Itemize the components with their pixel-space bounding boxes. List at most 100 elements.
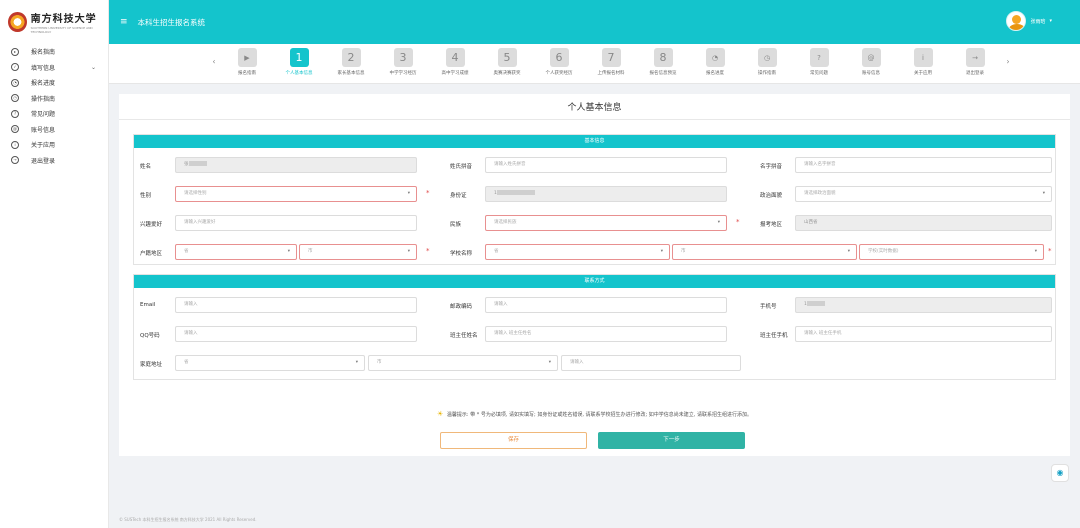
step-navigator: ‹ ▶ 报名指南 1 个人基本信息 2 家长基本信息 3 中学学习经历 4 高中学习成绩 5 奥赛决赛… [207, 48, 1015, 76]
teacher-name-input[interactable]: 请输入 班主任姓名 [485, 326, 727, 342]
step-number: 8 [653, 48, 673, 67]
step-label: 奥赛决赛获奖 [493, 71, 521, 76]
question-icon: ? [809, 48, 829, 67]
ethnic-label: 民族 [450, 222, 462, 228]
step-10[interactable]: ◷ 操作指南 [741, 48, 793, 76]
redacted-text [806, 301, 825, 306]
hobby-input[interactable]: 请输入兴趣爱好 [175, 215, 417, 231]
help-float-icon[interactable]: ◉ [1051, 464, 1069, 482]
footer-copyright: © SUSTech 本科生招生报名系统 南方科技大学 2021 All Righ… [119, 517, 257, 522]
step-3[interactable]: 3 中学学习经历 [377, 48, 429, 76]
redacted-text [188, 161, 207, 166]
sidebar-item-7[interactable]: → 退出登录 [0, 153, 108, 169]
step-number: 5 [497, 48, 517, 67]
sidebar-item-label: 关于应用 [31, 142, 56, 150]
logout-icon: → [965, 48, 985, 67]
at-icon: @ [11, 125, 19, 134]
sidebar-item-3[interactable]: ◷ 操作指南 [0, 91, 108, 107]
address-province-select[interactable]: 省 ▾ [175, 355, 365, 371]
sidebar: 南方科技大学 SOUTHERN UNIVERSITY OF SCIENCE AN… [0, 0, 109, 528]
huji-province-select[interactable]: 省 ▾ [175, 244, 297, 260]
sidebar-item-label: 账号信息 [31, 126, 56, 134]
chevron-down-icon: ▾ [660, 249, 663, 254]
address-detail-input[interactable]: 请输入 [561, 355, 741, 371]
play-circle-icon: ▸ [11, 47, 19, 56]
sidebar-item-2[interactable]: ◔ 报名进度 [0, 75, 108, 91]
step-1[interactable]: 1 个人基本信息 [273, 48, 325, 76]
step-14[interactable]: → 退出登录 [949, 48, 1001, 76]
email-field[interactable]: 请输入 [175, 297, 417, 313]
section-heading: 基本信息 [134, 135, 1055, 148]
at-icon: @ [861, 48, 881, 67]
step-4[interactable]: 4 高中学习成绩 [429, 48, 481, 76]
save-button[interactable]: 保存 [440, 432, 587, 449]
step-label: 报名指南 [238, 71, 256, 76]
gauge-icon: ◔ [11, 78, 19, 87]
tip-text: 温馨提示: 带 * 号为必填项, 请如实填写; 如身份证或姓名错误, 请联系学校… [446, 412, 752, 418]
sidebar-item-6[interactable]: i 关于应用 [0, 137, 108, 153]
next-step-button[interactable]: 下一步 [598, 432, 745, 449]
teacher-phone-input[interactable]: 请输入 班主任手机 [795, 326, 1052, 342]
step-label: 家长基本信息 [337, 71, 365, 76]
required-mark: * [736, 218, 740, 226]
political-status-select[interactable]: 请选择政治面貌 ▾ [795, 186, 1052, 202]
step-number: 1 [289, 48, 309, 67]
sidebar-item-4[interactable]: ? 常见问题 [0, 106, 108, 122]
form-card: 个人基本信息 基本信息 姓名 张 姓氏拼音 请输入姓氏拼音 名字拼音 请输入名字… [119, 94, 1070, 456]
chevron-down-icon[interactable]: ⌄ [91, 64, 96, 71]
sidebar-item-0[interactable]: ▸ 报名指南 [0, 44, 108, 60]
compass-icon: ◷ [757, 48, 777, 67]
step-label: 上传报名材料 [597, 71, 625, 76]
chevron-down-icon[interactable]: ▾ [1049, 18, 1052, 24]
teacher-label: 班主任姓名 [450, 333, 478, 339]
region-label: 报考地区 [760, 222, 783, 228]
chevron-down-icon: ▾ [548, 360, 551, 365]
step-2[interactable]: 2 家长基本信息 [325, 48, 377, 76]
step-label: 账号信息 [862, 71, 880, 76]
required-mark: * [426, 189, 430, 197]
step-label: 个人获奖经历 [545, 71, 573, 76]
chevron-left-icon[interactable]: ‹ [207, 48, 221, 66]
step-6[interactable]: 6 个人获奖经历 [533, 48, 585, 76]
sidebar-nav: ▸ 报名指南 ✓ 填写信息 ⌄ ◔ 报名进度 ◷ 操作指南? 常见问题 @ 账号信息 i 关于应用 → 退出登… [0, 44, 108, 168]
user-name[interactable]: 张雨晗 [1030, 18, 1045, 25]
school-province-select[interactable]: 省 ▾ [485, 244, 670, 260]
chevron-down-icon: ▾ [847, 249, 850, 254]
address-city-select[interactable]: 市 ▾ [368, 355, 558, 371]
step-label: 报名进度 [706, 71, 724, 76]
step-0[interactable]: ▶ 报名指南 [221, 48, 273, 76]
steps-bar: ‹ ▶ 报名指南 1 个人基本信息 2 家长基本信息 3 中学学习经历 4 高中学习成绩 5 奥赛决赛… [109, 44, 1080, 84]
info-icon: i [11, 140, 19, 149]
qq-input[interactable]: 请输入 [175, 326, 417, 342]
school-label: 学校名称 [450, 251, 473, 257]
user-menu[interactable]: 张雨晗 ▾ [1006, 11, 1052, 31]
zip-label: 邮政编码 [450, 304, 473, 310]
step-9[interactable]: ◔ 报名进度 [689, 48, 741, 76]
school-name-select[interactable]: 学校(实时数据) ▾ [859, 244, 1044, 260]
ethnic-select[interactable]: 请选择民族 ▾ [485, 215, 727, 231]
gender-select[interactable]: 请选择性别 ▾ [175, 186, 417, 202]
given-name-pinyin-input[interactable]: 请输入名字拼音 [795, 157, 1052, 173]
surname-pinyin-input[interactable]: 请输入姓氏拼音 [485, 157, 727, 173]
menu-toggle-icon[interactable]: ≡ [120, 17, 128, 27]
step-5[interactable]: 5 奥赛决赛获奖 [481, 48, 533, 76]
step-8[interactable]: 8 报名信息预览 [637, 48, 689, 76]
chevron-right-icon[interactable]: › [1001, 48, 1015, 66]
step-11[interactable]: ? 常见问题 [793, 48, 845, 76]
lightbulb-icon: ☀ [437, 410, 444, 418]
huji-label: 户籍地区 [140, 251, 163, 257]
name-field: 张 [175, 157, 417, 173]
step-7[interactable]: 7 上传报名材料 [585, 48, 637, 76]
zip-input[interactable]: 请输入 [485, 297, 727, 313]
address-label: 家庭地址 [140, 362, 163, 368]
huji-city-select[interactable]: 市 ▾ [299, 244, 417, 260]
school-city-select[interactable]: 市 ▾ [672, 244, 857, 260]
sidebar-item-1[interactable]: ✓ 填写信息 ⌄ [0, 60, 108, 76]
sidebar-item-5[interactable]: @ 账号信息 [0, 122, 108, 138]
step-13[interactable]: i 关于应用 [897, 48, 949, 76]
phone-field: 1 [795, 297, 1052, 313]
sidebar-item-label: 报名指南 [31, 49, 56, 57]
university-logo[interactable]: 南方科技大学 SOUTHERN UNIVERSITY OF SCIENCE AN… [0, 0, 108, 44]
avatar[interactable] [1006, 11, 1027, 31]
step-12[interactable]: @ 账号信息 [845, 48, 897, 76]
